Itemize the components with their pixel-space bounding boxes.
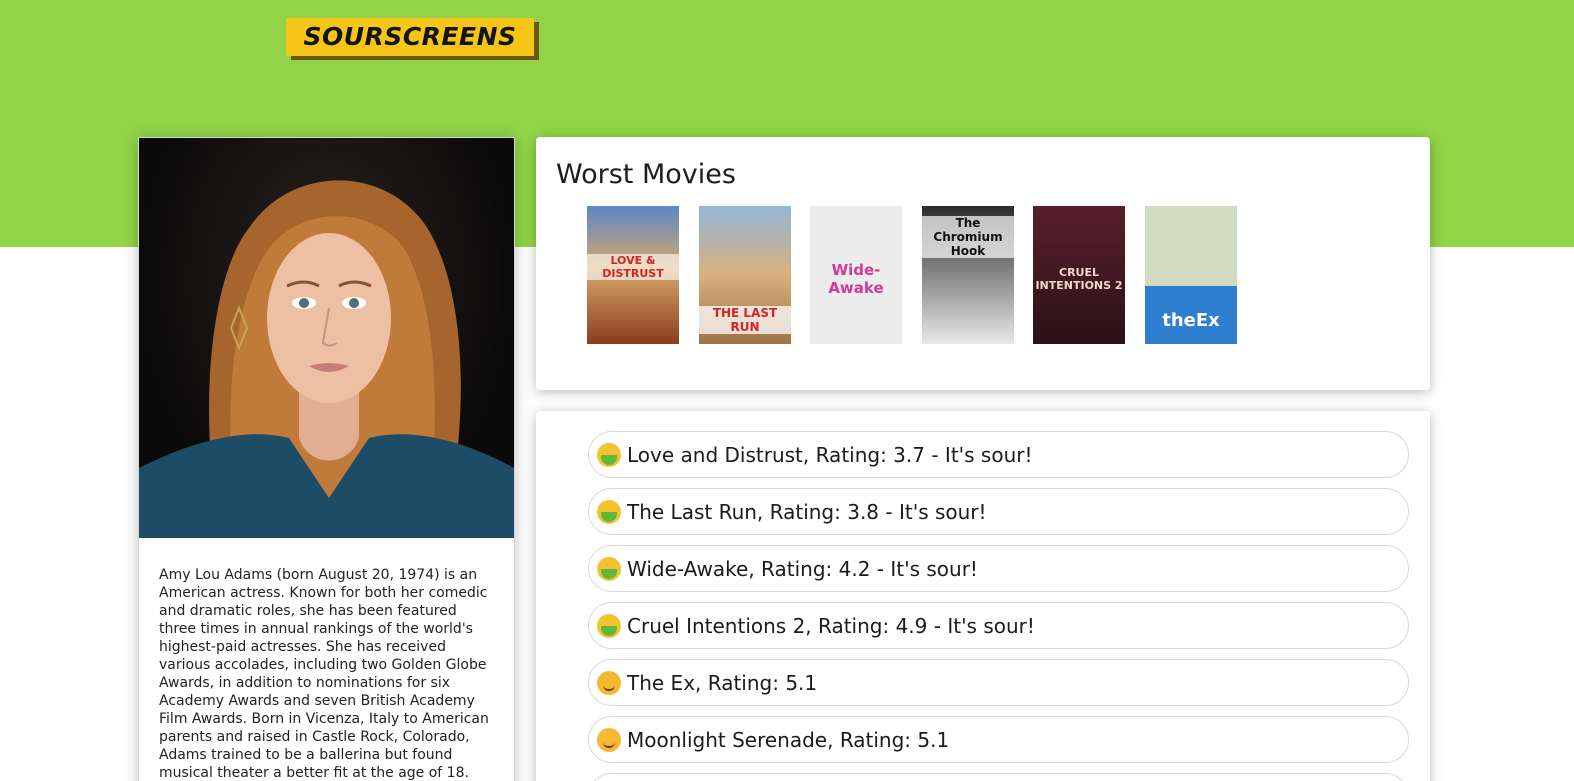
movie-poster[interactable]: LOVE & DISTRUST: [587, 206, 679, 344]
poster-title: Wide-Awake: [828, 261, 884, 297]
movie-poster[interactable]: THE LAST RUN: [699, 206, 791, 344]
logo-text: SOURSCREENS: [303, 22, 517, 51]
rating-list-item[interactable]: Love and Distrust, Rating: 3.7 - It's so…: [588, 431, 1409, 478]
rating-list-item[interactable]: The Last Run, Rating: 3.8 - It's sour!: [588, 488, 1409, 535]
rating-text: The Ex, Rating: 5.1: [627, 670, 818, 695]
worst-movies-title: Worst Movies: [556, 159, 736, 190]
worst-movies-card: Worst Movies LOVE & DISTRUST THE LAST RU…: [536, 137, 1430, 390]
poster-title: CRUEL INTENTIONS 2: [1035, 266, 1123, 292]
actor-bio: Amy Lou Adams (born August 20, 1974) is …: [159, 567, 489, 781]
movie-poster[interactable]: CRUEL INTENTIONS 2: [1033, 206, 1125, 344]
sick-face-icon: [597, 499, 621, 524]
poster-title: theEx: [1162, 310, 1220, 331]
poster-title: LOVE & DISTRUST: [587, 254, 679, 280]
ratings-list-card: Love and Distrust, Rating: 3.7 - It's so…: [536, 411, 1430, 781]
actor-profile-card: Amy Lou Adams (born August 20, 1974) is …: [138, 137, 515, 781]
smiling-face-icon: [597, 727, 621, 752]
poster-title: The Chromium Hook: [922, 216, 1014, 258]
rating-list-item[interactable]: Wide-Awake, Rating: 4.2 - It's sour!: [588, 545, 1409, 592]
rating-text: Love and Distrust, Rating: 3.7 - It's so…: [627, 442, 1033, 467]
sick-face-icon: [597, 442, 621, 467]
rating-text: Cruel Intentions 2, Rating: 4.9 - It's s…: [627, 613, 1035, 638]
movie-poster[interactable]: Wide-Awake: [810, 206, 902, 344]
smiling-face-icon: [597, 670, 621, 695]
poster-title: THE LAST RUN: [699, 306, 791, 334]
rating-list-item[interactable]: Moonlight Serenade, Rating: 5.1: [588, 716, 1409, 763]
rating-list-item[interactable]: Cruel Intentions 2, Rating: 4.9 - It's s…: [588, 602, 1409, 649]
sick-face-icon: [597, 556, 621, 581]
movie-poster[interactable]: theEx: [1145, 206, 1237, 344]
rating-text: Wide-Awake, Rating: 4.2 - It's sour!: [627, 556, 978, 581]
rating-text: The Last Run, Rating: 3.8 - It's sour!: [627, 499, 987, 524]
sick-face-icon: [597, 613, 621, 638]
rating-list-item[interactable]: The Ex, Rating: 5.1: [588, 659, 1409, 706]
rating-text: Moonlight Serenade, Rating: 5.1: [627, 727, 950, 752]
site-logo[interactable]: SOURSCREENS: [286, 18, 534, 56]
movie-poster[interactable]: The Chromium Hook: [922, 206, 1014, 344]
rating-list-item[interactable]: [588, 773, 1409, 781]
actor-photo: [139, 138, 514, 538]
